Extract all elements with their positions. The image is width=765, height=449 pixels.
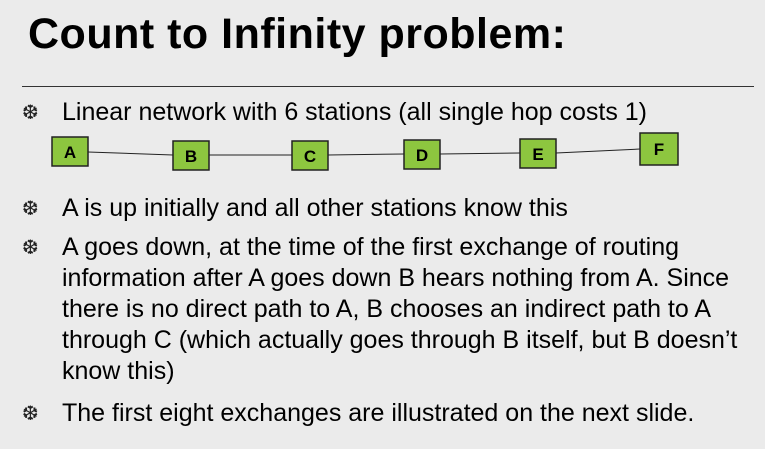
link-e-f <box>555 148 641 154</box>
link-d-e <box>439 152 521 155</box>
station-d: D <box>403 139 441 170</box>
bullet-item-1: ❆ Linear network with 6 stations (all si… <box>22 97 752 128</box>
linear-network-diagram: A B C D E F <box>51 132 679 171</box>
bullet-item-3: ❆ A goes down, at the time of the first … <box>22 232 752 387</box>
station-c: C <box>291 140 329 171</box>
bullet-item-4: ❆ The first eight exchanges are illustra… <box>22 398 752 429</box>
bullet-text-1: Linear network with 6 stations (all sing… <box>62 98 648 126</box>
station-f-label: F <box>654 140 664 159</box>
bullet-text-3: A goes down, at the time of the first ex… <box>62 233 738 385</box>
station-b: B <box>172 140 210 171</box>
network-links <box>87 148 641 156</box>
snowflake-bullet-icon: ❆ <box>22 100 39 124</box>
station-a: A <box>51 136 89 167</box>
slide-title: Count to Infinity problem: <box>28 10 567 58</box>
bullet-text-2: A is up initially and all other stations… <box>62 194 568 222</box>
station-a-label: A <box>64 143 76 162</box>
station-f: F <box>639 132 679 166</box>
link-c-d <box>327 153 405 156</box>
station-c-label: C <box>304 147 316 166</box>
station-e-label: E <box>532 145 543 164</box>
snowflake-bullet-icon: ❆ <box>22 235 39 259</box>
snowflake-bullet-icon: ❆ <box>22 196 39 220</box>
station-d-label: D <box>416 146 428 165</box>
snowflake-bullet-icon: ❆ <box>22 401 39 425</box>
title-divider <box>22 86 754 87</box>
bullet-item-2: ❆ A is up initially and all other statio… <box>22 193 752 224</box>
station-e: E <box>519 138 557 169</box>
station-b-label: B <box>185 147 197 166</box>
link-a-b <box>87 151 174 156</box>
bullet-text-4: The first eight exchanges are illustrate… <box>62 399 695 427</box>
